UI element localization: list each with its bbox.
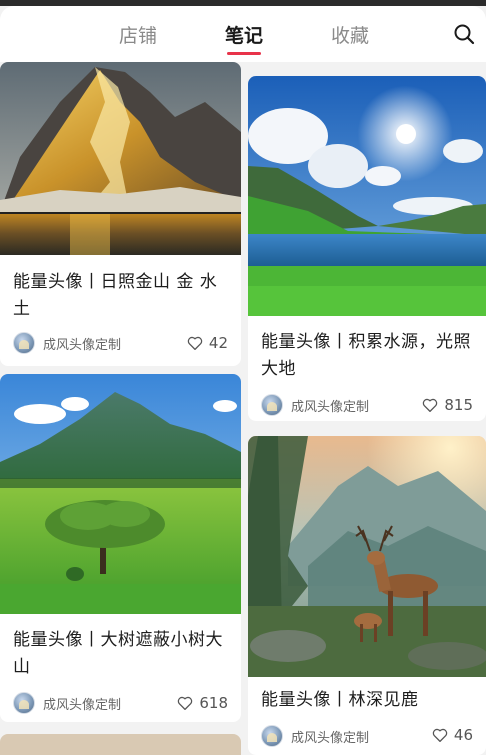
note-author[interactable]: 成风头像定制 — [13, 692, 121, 714]
note-author[interactable]: 成风头像定制 — [261, 725, 369, 747]
heart-icon — [187, 336, 203, 351]
like-button[interactable]: 46 — [431, 726, 473, 744]
note-author[interactable]: 成风头像定制 — [13, 332, 121, 354]
avatar — [261, 394, 283, 416]
note-cover-image — [248, 76, 486, 316]
like-count: 815 — [444, 396, 473, 414]
author-name: 成风头像定制 — [291, 399, 370, 415]
author-name: 成风头像定制 — [43, 697, 122, 713]
like-button[interactable]: 618 — [176, 694, 228, 712]
tab-notes[interactable]: 笔记 — [214, 21, 274, 48]
note-card[interactable]: 能量头像丨积累水源，光照大地 成风头像定制 815 — [248, 76, 486, 421]
author-name: 成风头像定制 — [291, 730, 370, 746]
heart-icon — [178, 696, 193, 711]
heart-icon — [423, 398, 438, 413]
note-title: 能量头像丨林深见鹿 — [261, 690, 419, 710]
heart-icon — [432, 728, 448, 743]
search-icon — [454, 24, 475, 45]
note-cover-image — [0, 374, 241, 614]
avatar — [13, 332, 35, 354]
note-card[interactable] — [0, 734, 241, 755]
note-title: 能量头像丨日照金山 金 水土 — [13, 272, 218, 319]
note-cover-image — [248, 436, 486, 677]
like-count: 42 — [208, 334, 228, 352]
note-cover-image — [0, 62, 241, 255]
active-tab-indicator — [227, 52, 261, 55]
note-card[interactable]: 能量头像丨林深见鹿 成风头像定制 46 — [248, 436, 486, 755]
like-count: 618 — [199, 694, 228, 712]
avatar — [13, 692, 35, 714]
note-card[interactable]: 能量头像丨大树遮蔽小树大山 成风头像定制 618 — [0, 374, 241, 722]
top-tab-bar: 店铺 笔记 收藏 — [0, 6, 486, 62]
note-author[interactable]: 成风头像定制 — [261, 394, 369, 416]
search-button[interactable] — [452, 22, 476, 46]
note-title: 能量头像丨积累水源，光照大地 — [261, 332, 471, 379]
note-title: 能量头像丨大树遮蔽小树大山 — [13, 630, 223, 677]
tab-store[interactable]: 店铺 — [108, 21, 168, 48]
like-button[interactable]: 42 — [186, 334, 228, 352]
author-name: 成风头像定制 — [43, 337, 122, 353]
note-card[interactable]: 能量头像丨日照金山 金 水土 成风头像定制 42 — [0, 62, 241, 366]
like-button[interactable]: 815 — [421, 396, 473, 414]
like-count: 46 — [453, 726, 473, 744]
avatar — [261, 725, 283, 747]
tab-favorites[interactable]: 收藏 — [320, 21, 380, 48]
